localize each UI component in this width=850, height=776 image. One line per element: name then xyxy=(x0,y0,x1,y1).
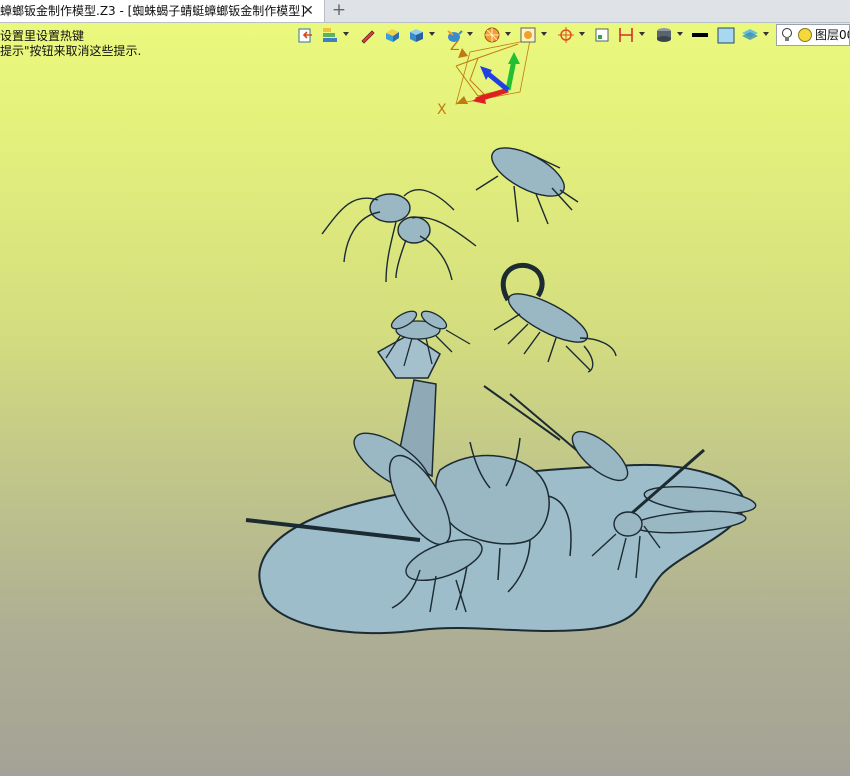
document-tab-bar: 蟑螂钣金制作模型.Z3 - [蜘蛛蝎子蜻蜓蟑螂钣金制作模型] ✕ + xyxy=(0,0,850,23)
dimension-icon[interactable] xyxy=(616,25,636,45)
document-tab-title: 蟑螂钣金制作模型.Z3 - [蜘蛛蝎子蜻蜓蟑螂钣金制作模型] xyxy=(0,4,305,18)
cube-view-dropdown-icon[interactable] xyxy=(429,32,435,36)
fill-color-icon[interactable] xyxy=(716,25,736,45)
axis-triad xyxy=(455,39,531,105)
checkbox-icon[interactable] xyxy=(592,25,612,45)
disk-dropdown-icon[interactable] xyxy=(677,32,683,36)
target-dropdown-icon[interactable] xyxy=(579,32,585,36)
spider-model xyxy=(321,189,477,283)
3d-viewport[interactable]: X Z xyxy=(0,0,850,776)
bulb-icon[interactable] xyxy=(780,27,794,45)
layer-selector[interactable]: 图层0001 xyxy=(776,24,850,46)
line-color-icon[interactable] xyxy=(690,25,710,45)
pencil-icon[interactable] xyxy=(358,25,378,45)
beetle-model xyxy=(475,147,579,225)
exit-icon[interactable] xyxy=(296,25,316,45)
stack-dropdown-icon[interactable] xyxy=(763,32,769,36)
stack-icon[interactable] xyxy=(740,25,760,45)
solid-color-icon[interactable] xyxy=(382,25,402,45)
disk-icon[interactable] xyxy=(654,25,674,45)
ball-dropdown-icon[interactable] xyxy=(505,32,511,36)
frame-icon[interactable] xyxy=(518,25,538,45)
layers-icon[interactable] xyxy=(320,25,340,45)
document-tab[interactable]: 蟑螂钣金制作模型.Z3 - [蜘蛛蝎子蜻蜓蟑螂钣金制作模型] ✕ xyxy=(0,0,325,22)
ball-icon[interactable] xyxy=(482,25,502,45)
layers-dropdown-icon[interactable] xyxy=(343,32,349,36)
close-tab-icon[interactable]: ✕ xyxy=(300,3,316,19)
view-toolbar xyxy=(294,23,850,47)
scorpion-model xyxy=(493,262,617,373)
new-tab-icon[interactable]: + xyxy=(330,0,348,22)
target-icon[interactable] xyxy=(556,25,576,45)
teapot-render-icon[interactable] xyxy=(444,25,464,45)
layer-color-dot xyxy=(798,28,812,42)
dimension-dropdown-icon[interactable] xyxy=(639,32,645,36)
frame-dropdown-icon[interactable] xyxy=(541,32,547,36)
axis-x-label: X xyxy=(437,102,447,118)
model-scene[interactable]: X Z xyxy=(0,0,850,776)
cube-view-icon[interactable] xyxy=(406,25,426,45)
hint-line-2: 提示"按钮来取消这些提示. xyxy=(0,44,142,58)
teapot-dropdown-icon[interactable] xyxy=(467,32,473,36)
layer-name: 图层0001 xyxy=(815,28,849,42)
